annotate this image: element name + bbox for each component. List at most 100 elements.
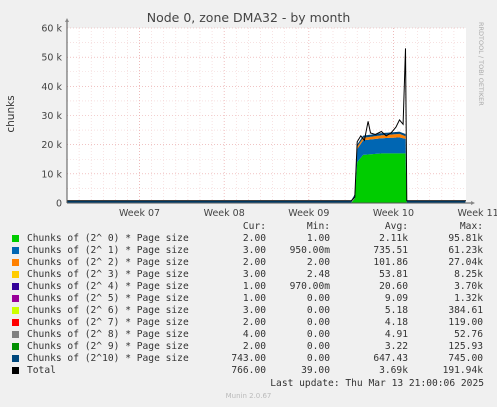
x-tick-label: Week 08 [204, 208, 245, 219]
legend-min: 1.00 [306, 233, 330, 244]
legend-name: Chunks of (2^ 2) * Page size [27, 257, 189, 268]
legend-swatch [12, 295, 19, 302]
legend-row: Chunks of (2^ 4) * Page size 1.00 970.00m 2… [12, 281, 492, 293]
svg-text:RRDTOOL / TOBI OETIKER: RRDTOOL / TOBI OETIKER [477, 22, 485, 106]
legend-row: Chunks of (2^10) * Page size 743.00 0.00 64… [12, 353, 492, 365]
header-max: Max: [459, 221, 483, 232]
legend-min: 0.00 [306, 341, 330, 352]
y-axis-arrow [65, 18, 69, 22]
legend-row: Chunks of (2^ 5) * Page size 1.00 0.00 9.09… [12, 293, 492, 305]
legend-cur: 3.00 [242, 269, 266, 280]
x-tick-label: Week 07 [119, 208, 160, 219]
legend-swatch [12, 319, 19, 326]
legend-max: 95.81k [448, 233, 483, 244]
legend-avg: 53.81 [379, 269, 408, 280]
legend-cur: 1.00 [242, 281, 266, 292]
legend-cur: 743.00 [231, 353, 266, 364]
legend-swatch [12, 343, 19, 350]
legend-min: 39.00 [301, 365, 330, 376]
y-tick-label: 50 k [41, 53, 62, 64]
legend-min: 0.00 [306, 317, 330, 328]
legend-name: Chunks of (2^ 6) * Page size [27, 305, 189, 316]
legend-swatch [12, 307, 19, 314]
legend-swatch [12, 271, 19, 278]
legend-min: 2.48 [306, 269, 330, 280]
legend-cur: 2.00 [242, 257, 266, 268]
legend-min: 0.00 [306, 329, 330, 340]
legend-swatch [12, 283, 19, 290]
x-tick-label: Week 10 [373, 208, 414, 219]
legend-row: Chunks of (2^ 0) * Page size 2.00 1.00 2.11… [12, 233, 492, 245]
legend-row: Total 766.00 39.00 3.69k 191.94k [12, 365, 492, 377]
legend-avg: 5.18 [384, 305, 408, 316]
legend-max: 61.23k [448, 245, 483, 256]
legend-name: Chunks of (2^ 7) * Page size [27, 317, 189, 328]
header-cur: Cur: [242, 221, 266, 232]
legend-cur: 4.00 [242, 329, 266, 340]
legend-name: Chunks of (2^ 9) * Page size [27, 341, 189, 352]
legend-avg: 2.11k [379, 233, 408, 244]
legend-avg: 3.22 [384, 341, 408, 352]
legend-name: Chunks of (2^ 0) * Page size [27, 233, 189, 244]
legend-max: 191.94k [442, 365, 483, 376]
legend-row: Chunks of (2^ 8) * Page size 4.00 0.00 4.91… [12, 329, 492, 341]
legend-name: Chunks of (2^ 5) * Page size [27, 293, 189, 304]
legend-row: Chunks of (2^ 6) * Page size 3.00 0.00 5.18… [12, 305, 492, 317]
y-tick-label: 0 [56, 199, 62, 210]
legend-swatch [12, 331, 19, 338]
legend-name: Chunks of (2^ 8) * Page size [27, 329, 189, 340]
legend-swatch [12, 355, 19, 362]
x-axis-arrow [471, 201, 475, 205]
legend-swatch [12, 259, 19, 266]
legend-min: 0.00 [306, 305, 330, 316]
legend-max: 8.25k [454, 269, 483, 280]
legend-name: Chunks of (2^ 3) * Page size [27, 269, 189, 280]
legend-swatch [12, 367, 19, 374]
legend-min: 970.00m [289, 281, 330, 292]
legend-swatch [12, 247, 19, 254]
x-tick-label: Week 11 [458, 208, 497, 219]
legend-cur: 1.00 [242, 293, 266, 304]
legend-cur: 2.00 [242, 341, 266, 352]
legend-avg: 735.51 [373, 245, 408, 256]
legend-avg: 101.86 [373, 257, 408, 268]
legend-max: 125.93 [448, 341, 483, 352]
y-tick-label: 60 k [41, 24, 62, 35]
legend-header: Cur: Min: Avg: Max: [12, 221, 492, 233]
legend-max: 119.00 [448, 317, 483, 328]
legend-cur: 766.00 [231, 365, 266, 376]
y-tick-label: 10 k [41, 169, 62, 180]
legend-row: Chunks of (2^ 1) * Page size 3.00 950.00m 7… [12, 245, 492, 257]
legend-row: Chunks of (2^ 7) * Page size 2.00 0.00 4.18… [12, 317, 492, 329]
y-tick-label: 30 k [41, 111, 62, 122]
legend-min: 0.00 [306, 293, 330, 304]
legend-min: 2.00 [306, 257, 330, 268]
side-label: RRDTOOL / TOBI OETIKER [477, 22, 485, 106]
legend-swatch [12, 235, 19, 242]
legend-name: Chunks of (2^10) * Page size [27, 353, 189, 364]
legend-cur: 3.00 [242, 305, 266, 316]
legend-min: 0.00 [306, 353, 330, 364]
legend-max: 3.70k [454, 281, 483, 292]
legend-avg: 3.69k [379, 365, 408, 376]
legend-avg: 9.09 [384, 293, 408, 304]
legend-name: Total [27, 365, 56, 376]
legend-max: 52.76 [454, 329, 483, 340]
munin-version: Munin 2.0.67 [225, 392, 272, 400]
legend-name: Chunks of (2^ 4) * Page size [27, 281, 189, 292]
x-tick-labels: Week 07 Week 08 Week 09 Week 10 Week 11 [119, 208, 497, 219]
legend-max: 745.00 [448, 353, 483, 364]
header-min: Min: [306, 221, 330, 232]
y-tick-labels: 0 10 k 20 k 30 k 40 k 50 k 60 k [41, 24, 62, 210]
legend-avg: 20.60 [379, 281, 408, 292]
header-avg: Avg: [384, 221, 408, 232]
legend-avg: 4.91 [384, 329, 408, 340]
legend-avg: 4.18 [384, 317, 408, 328]
legend-max: 27.04k [448, 257, 483, 268]
legend-row: Chunks of (2^ 3) * Page size 3.00 2.48 53.8… [12, 269, 492, 281]
last-update: Last update: Thu Mar 13 21:00:06 2025 [270, 378, 484, 389]
legend-max: 1.32k [454, 293, 483, 304]
legend-row: Chunks of (2^ 9) * Page size 2.00 0.00 3.22… [12, 341, 492, 353]
legend-cur: 2.00 [242, 233, 266, 244]
legend-cur: 3.00 [242, 245, 266, 256]
